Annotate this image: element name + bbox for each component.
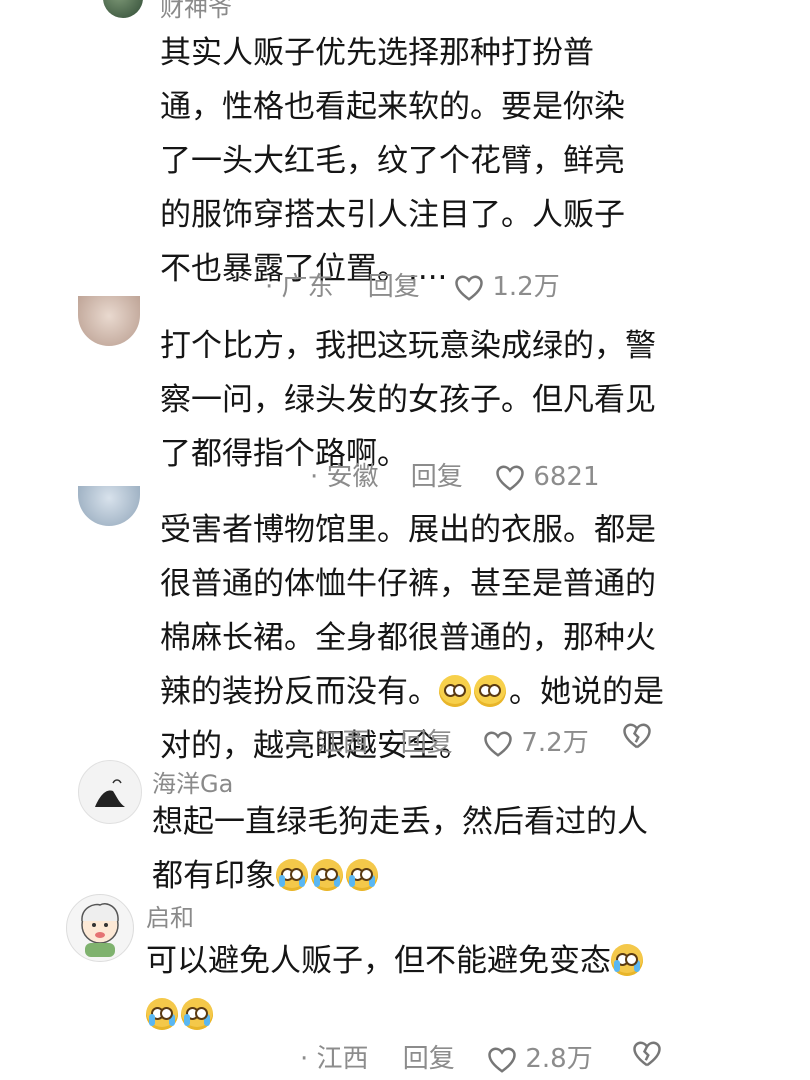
comment-text: 想起一直绿毛狗走丢，然后看过的人 都有印象: [152, 804, 648, 894]
crying-emoji: [611, 944, 643, 976]
location-text: · 安徽: [310, 462, 379, 492]
location-text: · 江西: [300, 1044, 369, 1074]
comment-text: 可以避免人贩子，但不能避免变态: [146, 934, 646, 1042]
comment-text: 其实人贩子优先选择那种打扮普 通，性格也看起来软的。要是你染 了一头大红毛，纹了…: [160, 35, 625, 287]
like-button[interactable]: 1.2万: [454, 272, 560, 302]
location-text: · 广东: [265, 272, 334, 302]
broken-heart-icon[interactable]: [622, 722, 652, 750]
avatar[interactable]: [78, 296, 140, 346]
heart-icon: [496, 464, 524, 491]
avatar[interactable]: [78, 486, 140, 526]
avatar-image: [95, 779, 125, 807]
heart-icon: [455, 274, 483, 301]
reply-button[interactable]: 回复: [368, 272, 420, 302]
avatar[interactable]: [66, 894, 134, 962]
rolling-eyes-emoji: [439, 675, 471, 707]
crying-emoji: [311, 859, 343, 891]
like-count: 1.2万: [492, 272, 560, 302]
like-button[interactable]: 7.2万: [483, 728, 589, 758]
heart-icon: [484, 730, 512, 757]
crying-emoji: [276, 859, 308, 891]
like-count: 6821: [533, 462, 600, 492]
location-text: · 江西: [300, 728, 369, 758]
avatar-image: [81, 903, 119, 957]
reply-button[interactable]: 回复: [403, 1044, 455, 1074]
comment-meta: · 江西 回复 7.2万: [300, 722, 589, 759]
crying-emoji: [346, 859, 378, 891]
like-count: 7.2万: [521, 728, 589, 758]
comment-meta: · 安徽 回复 6821: [310, 456, 600, 493]
comment-meta: · 广东 回复 1.2万: [265, 266, 560, 303]
comment-username[interactable]: 海洋Ga: [152, 764, 233, 799]
like-button[interactable]: 2.8万: [487, 1044, 593, 1074]
reply-button[interactable]: 回复: [401, 728, 453, 758]
rolling-eyes-emoji: [474, 675, 506, 707]
comment-meta: · 江西 回复 2.8万: [300, 1038, 593, 1075]
avatar[interactable]: [103, 0, 143, 18]
like-count: 2.8万: [525, 1044, 593, 1074]
crying-emoji: [181, 998, 213, 1030]
like-button[interactable]: 6821: [495, 462, 600, 492]
comment-username[interactable]: 启和: [146, 898, 194, 933]
crying-emoji: [146, 998, 178, 1030]
reply-button[interactable]: 回复: [411, 462, 463, 492]
broken-heart-icon[interactable]: [632, 1040, 662, 1068]
heart-icon: [488, 1046, 516, 1073]
comment-username[interactable]: 财神爷: [160, 0, 232, 23]
avatar[interactable]: [78, 760, 142, 824]
